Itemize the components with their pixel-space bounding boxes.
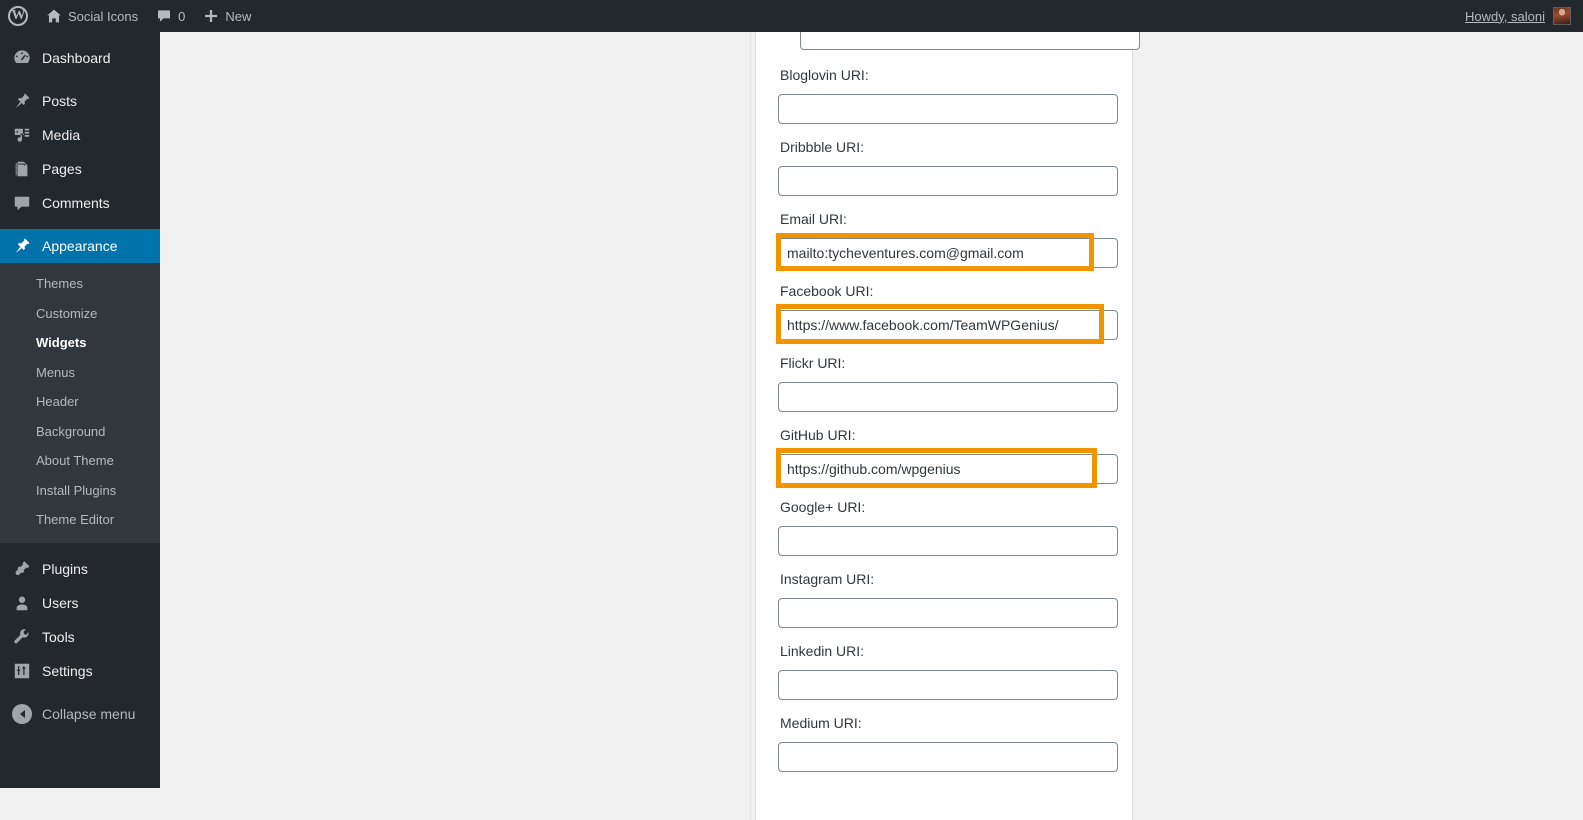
- site-name-label: Social Icons: [68, 8, 139, 24]
- plus-icon: [203, 8, 219, 24]
- sidebar-item-media[interactable]: Media: [0, 118, 160, 152]
- form-field-medium: Medium URI:: [778, 713, 1118, 772]
- dribbble-uri-input[interactable]: [778, 166, 1118, 196]
- sidebar-item-label: Plugins: [42, 560, 88, 577]
- submenu-item-menus[interactable]: Menus: [0, 358, 160, 388]
- linkedin-uri-input[interactable]: [778, 670, 1118, 700]
- wrench-icon: [12, 628, 32, 646]
- sidebar-item-pages[interactable]: Pages: [0, 152, 160, 186]
- submenu-item-widgets[interactable]: Widgets: [0, 328, 160, 358]
- bloglovin-uri-input[interactable]: [778, 94, 1118, 124]
- sidebar-item-label: Posts: [42, 93, 78, 109]
- media-icon: [12, 126, 32, 144]
- user-icon: [12, 594, 32, 612]
- flickr-uri-input[interactable]: [778, 382, 1118, 412]
- brush-icon: [12, 237, 32, 255]
- facebook-uri-input[interactable]: [778, 310, 1118, 340]
- menu-spacer-1: [0, 75, 160, 84]
- admin-sidebar: Dashboard Posts Media Pages Comments App…: [0, 32, 168, 788]
- field-label: Google+ URI:: [780, 499, 866, 515]
- form-field-facebook: Facebook URI:: [776, 281, 1118, 344]
- form-field-github: GitHub URI:: [776, 425, 1118, 488]
- form-field-email: Email URI:: [776, 209, 1118, 271]
- sidebar-item-tools[interactable]: Tools: [0, 620, 160, 654]
- submenu-item-customize[interactable]: Customize: [0, 299, 160, 329]
- submenu-item-background[interactable]: Background: [0, 417, 160, 447]
- sidebar-item-label: Pages: [42, 161, 82, 177]
- appearance-submenu: Themes Customize Widgets Menus Header Ba…: [0, 263, 160, 543]
- wp-logo-menu[interactable]: W: [0, 0, 37, 32]
- field-label: Medium URI:: [780, 715, 862, 731]
- github-uri-input[interactable]: [778, 454, 1118, 484]
- form-field-instagram: Instagram URI:: [778, 569, 1118, 628]
- new-content-menu[interactable]: New: [194, 0, 260, 32]
- instagram-uri-input[interactable]: [778, 598, 1118, 628]
- my-account-menu[interactable]: Howdy, saloni: [1465, 7, 1583, 25]
- form-field-googleplus: Google+ URI:: [778, 497, 1118, 556]
- sidebar-item-label: Settings: [42, 662, 93, 679]
- pin-icon: [12, 92, 32, 110]
- googleplus-uri-input[interactable]: [778, 526, 1118, 556]
- form-field-linkedin: Linkedin URI:: [778, 641, 1118, 700]
- sidebar-item-users[interactable]: Users: [0, 586, 160, 620]
- work-area: Bloglovin URI: Dribbble URI: Email URI: …: [160, 0, 1583, 820]
- sidebar-item-label: Appearance: [42, 238, 118, 254]
- social-icons-widget-form: Bloglovin URI: Dribbble URI: Email URI: …: [750, 0, 1140, 820]
- comment-icon: [12, 194, 32, 212]
- collapse-arrow-icon: [12, 703, 32, 724]
- dashboard-icon: [12, 49, 32, 67]
- menu-spacer-2: [0, 220, 160, 229]
- field-label: Flickr URI:: [780, 355, 846, 371]
- sidebar-item-dashboard[interactable]: Dashboard: [0, 41, 160, 75]
- medium-uri-input[interactable]: [778, 742, 1118, 772]
- sidebar-item-plugins[interactable]: Plugins: [0, 552, 160, 586]
- field-label: Facebook URI:: [780, 283, 874, 299]
- menu-spacer-4: [0, 688, 160, 697]
- menu-spacer-3: [0, 543, 160, 552]
- submenu-item-theme-editor[interactable]: Theme Editor: [0, 505, 160, 535]
- pages-icon: [12, 160, 32, 178]
- sidebar-item-settings[interactable]: Settings: [0, 654, 160, 688]
- home-icon: [46, 8, 62, 24]
- avatar: [1553, 7, 1571, 25]
- field-label: Bloglovin URI:: [780, 67, 869, 83]
- admin-bar: W Social Icons 0 New Howdy, saloni: [0, 0, 1583, 32]
- submenu-item-themes[interactable]: Themes: [0, 269, 160, 299]
- submenu-item-about-theme[interactable]: About Theme: [0, 446, 160, 476]
- comments-menu[interactable]: 0: [147, 0, 194, 32]
- site-name-menu[interactable]: Social Icons: [37, 0, 147, 32]
- form-field-bloglovin: Bloglovin URI:: [778, 65, 1118, 124]
- sidebar-item-label: Dashboard: [42, 50, 111, 66]
- field-label: Dribbble URI:: [780, 139, 865, 155]
- plug-icon: [12, 560, 32, 578]
- sidebar-item-posts[interactable]: Posts: [0, 84, 160, 118]
- form-field-flickr: Flickr URI:: [778, 353, 1118, 412]
- field-label: Instagram URI:: [780, 571, 875, 587]
- field-label: Email URI:: [780, 211, 847, 227]
- sidebar-item-appearance[interactable]: Appearance: [0, 229, 168, 263]
- comment-bubble-icon: [156, 8, 172, 24]
- wordpress-logo-icon: W: [8, 6, 28, 26]
- howdy-label: Howdy, saloni: [1465, 8, 1545, 24]
- sidebar-item-label: Tools: [42, 628, 75, 645]
- sidebar-item-label: Users: [42, 594, 79, 611]
- new-label: New: [225, 8, 252, 24]
- comment-count: 0: [178, 8, 186, 24]
- submenu-item-install-plugins[interactable]: Install Plugins: [0, 476, 160, 506]
- settings-icon: [12, 662, 32, 680]
- email-uri-input[interactable]: [778, 238, 1118, 268]
- collapse-menu-label: Collapse menu: [42, 705, 136, 722]
- field-label: GitHub URI:: [780, 427, 856, 443]
- sidebar-item-label: Media: [42, 127, 81, 143]
- field-label: Linkedin URI:: [780, 643, 865, 659]
- form-field-dribbble: Dribbble URI:: [778, 137, 1118, 196]
- menu-spacer-top: [0, 32, 160, 41]
- sidebar-item-label: Comments: [42, 195, 110, 211]
- submenu-item-header[interactable]: Header: [0, 387, 160, 417]
- collapse-menu-button[interactable]: Collapse menu: [0, 697, 160, 731]
- sidebar-item-comments[interactable]: Comments: [0, 186, 160, 220]
